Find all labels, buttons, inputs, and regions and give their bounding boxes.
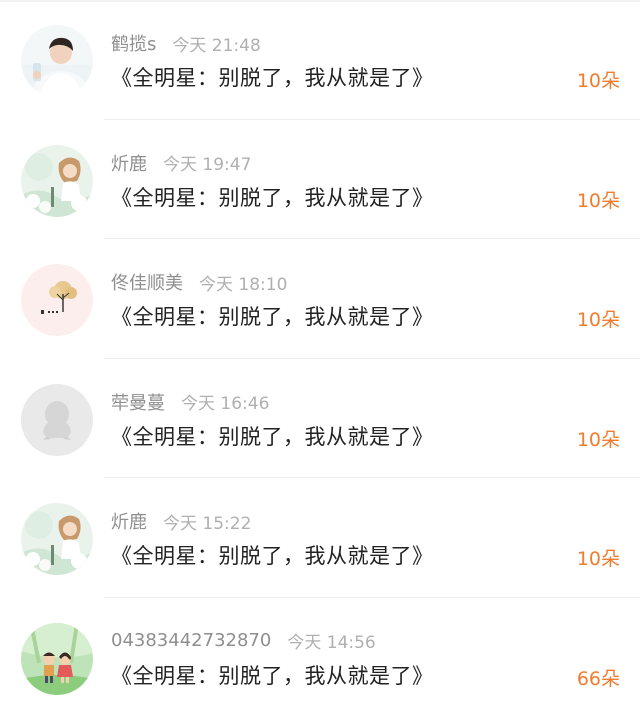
default-penguin-avatar-icon [21,383,93,456]
timestamp: 今天 19:47 [163,155,252,175]
avatar[interactable] [21,622,93,695]
cartoon-couple-avatar-icon [21,622,93,695]
user-name[interactable]: 炘鹿 [111,508,147,534]
flower-count: 10朵 [576,548,620,570]
flower-count: 10朵 [576,189,620,212]
avatar[interactable] [21,144,93,217]
avatar[interactable] [21,264,93,336]
flower-count: 66朵 [576,667,620,690]
avatar[interactable] [21,503,93,575]
timestamp: 今天 14:56 [287,633,376,653]
list-item[interactable]: 荦曼蔓 今天 16:46 《全明星：别脱了，我从就是了》 10朵 [0,359,640,478]
book-title: 《全明星：别脱了，我从就是了》 [111,663,434,688]
timestamp: 今天 21:48 [172,35,261,56]
timestamp: 今天 18:10 [199,274,288,295]
list-item[interactable]: 佟佳顺美 今天 18:10 《全明星：别脱了，我从就是了》 10朵 [0,239,640,359]
avatar[interactable] [21,383,93,456]
book-title: 《全明星：别脱了，我从就是了》 [111,305,434,329]
user-name[interactable]: 荦曼蔓 [111,389,165,415]
list-item[interactable]: 鹤揽s 今天 21:48 《全明星：别脱了，我从就是了》 10朵 [0,0,640,120]
tree-avatar-icon [21,264,93,336]
book-title: 《全明星：别脱了，我从就是了》 [111,544,434,568]
book-title: 《全明星：别脱了，我从就是了》 [111,66,434,90]
timestamp: 今天 15:22 [163,513,252,534]
list-item[interactable]: 炘鹿 今天 15:22 《全明星：别脱了，我从就是了》 10朵 [0,478,640,598]
book-title: 《全明星：别脱了，我从就是了》 [111,424,434,449]
avatar[interactable] [21,25,93,97]
user-name[interactable]: 04383442732870 [111,630,271,651]
flower-count: 10朵 [576,70,620,92]
user-name[interactable]: 佟佳顺美 [111,269,183,295]
flower-count: 10朵 [576,428,620,451]
user-photo-avatar-icon [21,25,93,97]
timestamp: 今天 16:46 [181,394,270,414]
list-item[interactable]: 炘鹿 今天 19:47 《全明星：别脱了，我从就是了》 10朵 [0,120,640,239]
flower-count: 10朵 [576,309,620,331]
anime-girl-avatar-icon [21,503,93,575]
anime-girl-avatar-icon [21,144,93,217]
book-title: 《全明星：别脱了，我从就是了》 [111,185,434,210]
gift-list: 鹤揽s 今天 21:48 《全明星：别脱了，我从就是了》 10朵 炘鹿 今天 1… [0,0,640,717]
list-item[interactable]: 04383442732870 今天 14:56 《全明星：别脱了，我从就是了》 … [0,598,640,718]
user-name[interactable]: 炘鹿 [111,150,147,176]
user-name[interactable]: 鹤揽s [111,30,156,56]
